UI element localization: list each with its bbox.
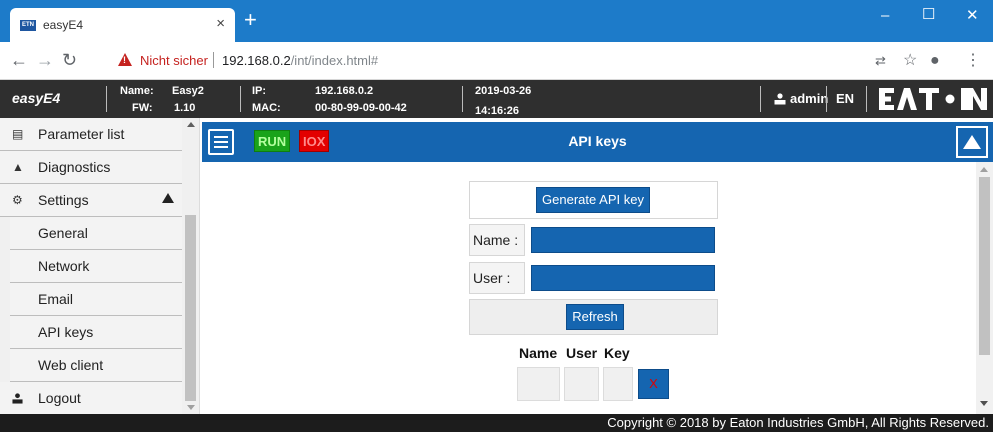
sidebar-item-label: Email (38, 291, 74, 307)
generate-panel: Generate API key (469, 181, 718, 219)
url-text: 192.168.0.2/int/index.html# (222, 53, 378, 68)
copyright-text: Copyright © 2018 by Eaton Industries Gmb… (607, 415, 989, 430)
mac-address: 00-80-99-09-00-42 (315, 102, 407, 114)
column-header-key: Key (604, 345, 630, 361)
warning-icon: ▲ (12, 160, 24, 174)
translate-icon[interactable]: ⇄ (875, 52, 886, 70)
name-label: Name : (469, 224, 525, 256)
scroll-down-icon[interactable] (187, 405, 195, 410)
forward-icon[interactable]: → (36, 50, 54, 70)
ip-label: IP: (252, 85, 267, 97)
profile-icon[interactable]: ● (930, 52, 940, 70)
device-name: Easy2 (172, 85, 204, 97)
minimize-icon[interactable]: – (881, 8, 889, 24)
sidebar-item-label: API keys (38, 324, 94, 340)
url-path: /int/index.html# (290, 53, 379, 68)
footer: Copyright © 2018 by Eaton Industries Gmb… (0, 414, 993, 432)
page-title: API keys (568, 133, 627, 149)
column-header-name: Name (519, 345, 558, 361)
name-label: Name: (120, 85, 154, 97)
scroll-down-icon[interactable] (980, 401, 988, 406)
url-omnibox[interactable]: ! Nicht sicher 192.168.0.2/int/index.htm… (100, 48, 860, 74)
tab-title: easyE4 (43, 18, 84, 32)
name-input[interactable] (531, 227, 715, 253)
sidebar-item-api-keys[interactable]: API keys (10, 316, 182, 349)
gear-icon: ⚙ (12, 193, 23, 207)
sidebar-scrollbar[interactable] (182, 118, 199, 414)
scroll-top-button[interactable] (956, 126, 988, 158)
mac-label: MAC: (252, 102, 281, 114)
ip-address: 192.168.0.2 (315, 85, 374, 97)
security-label: Nicht sicher (140, 53, 208, 68)
sidebar-item-label: Logout (38, 390, 81, 406)
sidebar-item-web-client[interactable]: Web client (10, 349, 182, 382)
tab-close-icon[interactable]: × (216, 15, 225, 33)
sidebar-item-settings[interactable]: ⚙ Settings (0, 184, 182, 217)
sidebar: ▤ Parameter list ▲ Diagnostics ⚙ Setting… (0, 118, 200, 414)
fw-version: 1.10 (174, 102, 196, 114)
bookmark-star-icon[interactable]: ☆ (903, 52, 917, 70)
new-tab-icon[interactable]: + (244, 9, 257, 31)
scroll-up-icon[interactable] (980, 167, 988, 172)
reload-icon[interactable]: ↻ (62, 50, 77, 70)
browser-tab[interactable]: ETN easyE4 × (10, 8, 235, 42)
collapse-caret-icon (162, 193, 174, 203)
sidebar-item-parameter-list[interactable]: ▤ Parameter list (0, 118, 182, 151)
app-name: easyE4 (12, 90, 61, 106)
content-scrollbar[interactable] (976, 162, 993, 414)
sidebar-item-email[interactable]: Email (10, 283, 182, 316)
sidebar-item-network[interactable]: Network (10, 250, 182, 283)
date: 2019-03-26 (475, 85, 532, 97)
browser-tab-strip: ETN easyE4 × + – ☐ ✕ (0, 0, 993, 42)
maximize-icon[interactable]: ☐ (922, 7, 935, 23)
scroll-up-icon[interactable] (187, 122, 195, 127)
sidebar-item-label: Web client (38, 357, 104, 373)
user-input[interactable] (531, 265, 715, 291)
back-icon[interactable]: ← (10, 50, 28, 70)
user-name[interactable]: admin (790, 91, 828, 106)
delete-key-button[interactable]: X (638, 369, 669, 399)
table-cell-name (517, 367, 560, 401)
user-label: User : (469, 262, 525, 294)
sidebar-item-logout[interactable]: Logout (0, 382, 182, 414)
eaton-logo (879, 88, 987, 110)
sidebar-item-label: General (38, 225, 88, 241)
list-icon: ▤ (12, 127, 24, 141)
app-header: easyE4 Name: Easy2 FW: 1.10 IP: 192.168.… (0, 80, 993, 118)
address-bar: ← → ↻ ! Nicht sicher 192.168.0.2/int/ind… (0, 42, 993, 80)
refresh-panel: Refresh (469, 299, 718, 335)
window-close-icon[interactable]: ✕ (966, 8, 979, 24)
browser-menu-icon[interactable]: ⋮ (965, 52, 981, 70)
sidebar-scroll-thumb[interactable] (185, 215, 196, 401)
generate-api-key-button[interactable]: Generate API key (536, 187, 650, 213)
sidebar-item-label: Parameter list (38, 126, 125, 142)
eaton-favicon-icon: ETN (20, 20, 36, 31)
sidebar-item-label: Diagnostics (38, 159, 111, 175)
arrow-up-icon (963, 135, 981, 149)
table-cell-key (603, 367, 633, 401)
content-scroll-thumb[interactable] (979, 177, 990, 355)
content-toolbar: RUN IOX API keys (202, 122, 993, 162)
user-icon (774, 93, 786, 105)
sidebar-item-label: Network (38, 258, 90, 274)
sidebar-item-diagnostics[interactable]: ▲ Diagnostics (0, 151, 182, 184)
table-cell-user (564, 367, 599, 401)
time: 14:16:26 (475, 105, 520, 117)
url-host: 192.168.0.2 (222, 53, 291, 68)
fw-label: FW: (132, 102, 153, 114)
refresh-button[interactable]: Refresh (566, 304, 624, 330)
sidebar-item-general[interactable]: General (10, 217, 182, 250)
user-icon (12, 393, 23, 404)
sidebar-item-label: Settings (38, 192, 89, 208)
column-header-user: User (566, 345, 598, 361)
language-switch[interactable]: EN (836, 91, 854, 106)
